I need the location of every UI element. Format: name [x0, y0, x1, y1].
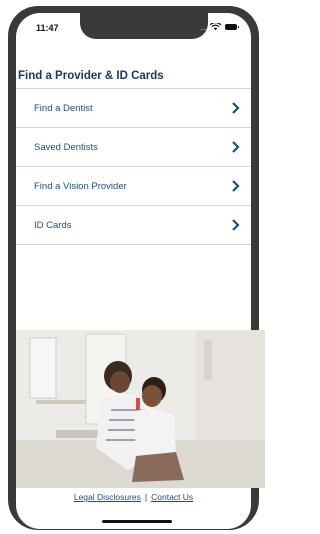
menu-item-id-cards[interactable]: ID Cards — [16, 205, 251, 245]
menu-item-label: Find a Vision Provider — [34, 180, 127, 192]
menu-item-label: ID Cards — [34, 219, 72, 231]
status-time: 11:47 — [36, 23, 59, 33]
signal-dots: .... — [199, 22, 207, 32]
menu-item-label: Saved Dentists — [34, 141, 98, 153]
provider-menu-list: Find a Dentist Saved Dentists Find a Vis… — [16, 88, 251, 245]
chevron-right-icon — [232, 141, 240, 153]
menu-item-label: Find a Dentist — [34, 102, 93, 114]
footer-links: Legal Disclosures | Contact Us — [16, 492, 251, 502]
legal-disclosures-link[interactable]: Legal Disclosures — [74, 492, 141, 502]
battery-icon — [225, 24, 239, 30]
wifi-icon — [210, 23, 221, 31]
page-title: Find a Provider & ID Cards — [18, 70, 164, 82]
hero-photo-illustration — [16, 330, 265, 488]
hero-photo — [16, 330, 265, 488]
status-icons: .... — [199, 22, 239, 32]
chevron-right-icon — [232, 102, 240, 114]
menu-item-saved-dentists[interactable]: Saved Dentists — [16, 127, 251, 166]
device-notch — [80, 13, 208, 39]
chevron-right-icon — [232, 180, 240, 192]
home-indicator[interactable] — [102, 520, 172, 523]
menu-item-find-dentist[interactable]: Find a Dentist — [16, 88, 251, 127]
menu-item-find-vision-provider[interactable]: Find a Vision Provider — [16, 166, 251, 205]
chevron-right-icon — [232, 219, 240, 231]
footer-separator: | — [144, 492, 148, 502]
contact-us-link[interactable]: Contact Us — [151, 492, 193, 502]
